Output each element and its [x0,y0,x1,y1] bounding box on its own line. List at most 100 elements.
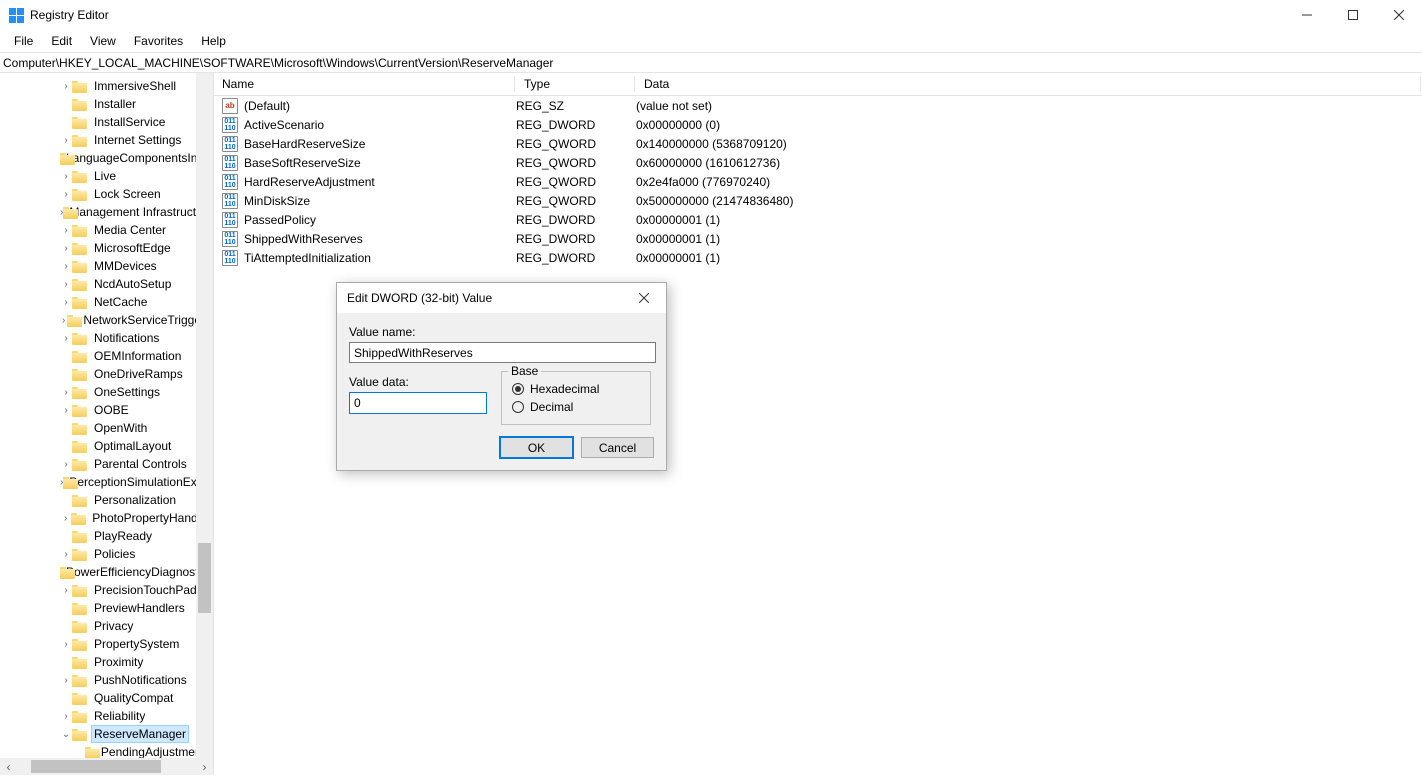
tree-item[interactable]: LanguageComponentsInstaller [0,149,213,167]
chevron-right-icon[interactable]: › [60,171,72,182]
tree-item[interactable]: ›PerceptionSimulationExtensions [0,473,213,491]
tree-item[interactable]: Proximity [0,653,213,671]
chevron-right-icon[interactable]: › [60,711,72,722]
ok-button[interactable]: OK [500,437,573,458]
tree-vertical-scrollbar[interactable] [196,73,213,758]
tree-item[interactable]: ›PrecisionTouchPad [0,581,213,599]
tree-item[interactable]: Installer [0,95,213,113]
chevron-right-icon[interactable]: › [60,405,72,416]
scroll-track[interactable] [17,758,196,775]
radio-decimal[interactable]: Decimal [512,400,640,414]
tree-item[interactable]: ›NetworkServiceTriggers [0,311,213,329]
chevron-right-icon[interactable]: › [60,549,72,560]
chevron-right-icon[interactable]: › [60,387,72,398]
menu-favorites[interactable]: Favorites [126,32,191,50]
tree-item[interactable]: Privacy [0,617,213,635]
tree-item[interactable]: OpenWith [0,419,213,437]
column-data[interactable]: Data [636,73,1422,95]
folder-icon [72,584,88,597]
chevron-right-icon[interactable]: › [60,261,72,272]
menu-edit[interactable]: Edit [43,32,80,50]
chevron-right-icon[interactable]: › [60,315,67,326]
tree-item[interactable]: ›Notifications [0,329,213,347]
dialog-titlebar[interactable]: Edit DWORD (32-bit) Value [337,283,666,313]
cancel-button[interactable]: Cancel [581,437,654,458]
list-row[interactable]: 011110MinDiskSizeREG_QWORD0x500000000 (2… [214,191,1422,210]
column-type[interactable]: Type [516,73,636,95]
menu-help[interactable]: Help [193,32,234,50]
tree-item[interactable]: ›Policies [0,545,213,563]
scrollbar-thumb[interactable] [31,760,161,773]
chevron-right-icon[interactable]: › [60,81,72,92]
chevron-right-icon[interactable]: › [60,225,72,236]
list-row[interactable]: 011110BaseHardReserveSizeREG_QWORD0x1400… [214,134,1422,153]
tree-item[interactable]: PlayReady [0,527,213,545]
chevron-right-icon[interactable]: › [60,459,72,470]
chevron-right-icon[interactable]: › [60,189,72,200]
tree-item[interactable]: PendingAdjustments [0,743,213,759]
tree-item[interactable]: ›Lock Screen [0,185,213,203]
tree-horizontal-scrollbar[interactable]: ‹ › [0,758,213,775]
tree-item[interactable]: PreviewHandlers [0,599,213,617]
tree-item[interactable]: ›Management Infrastructure [0,203,213,221]
list-row[interactable]: 011110TiAttemptedInitializationREG_DWORD… [214,248,1422,267]
tree-item[interactable]: OneDriveRamps [0,365,213,383]
minimize-button[interactable] [1284,0,1330,30]
chevron-right-icon[interactable]: › [60,279,72,290]
scrollbar-thumb[interactable] [198,543,211,613]
tree-item-label: ImmersiveShell [92,78,178,94]
tree-item[interactable]: ›PushNotifications [0,671,213,689]
tree-item[interactable]: ›PropertySystem [0,635,213,653]
value-data-input[interactable] [349,392,487,414]
chevron-right-icon[interactable]: › [60,297,72,308]
addressbar[interactable]: Computer\HKEY_LOCAL_MACHINE\SOFTWARE\Mic… [0,52,1422,73]
list-row[interactable]: ab(Default)REG_SZ(value not set) [214,96,1422,115]
tree-item[interactable]: ›NetCache [0,293,213,311]
tree-item[interactable]: Personalization [0,491,213,509]
tree-item[interactable]: OptimalLayout [0,437,213,455]
tree-item-label: MMDevices [92,258,159,274]
chevron-right-icon[interactable]: › [60,675,72,686]
value-data: (value not set) [636,99,1422,113]
dialog-close-button[interactable] [621,283,666,313]
registry-tree[interactable]: › ImmersiveShellInstallerInstallService›I… [0,73,213,759]
tree-item[interactable]: ›MicrosoftEdge [0,239,213,257]
close-button[interactable] [1376,0,1422,30]
scroll-right-arrow[interactable]: › [196,758,213,775]
scroll-left-arrow[interactable]: ‹ [0,758,17,775]
menu-file[interactable]: File [6,32,41,50]
list-row[interactable]: 011110BaseSoftReserveSizeREG_QWORD0x6000… [214,153,1422,172]
tree-item[interactable]: OEMInformation [0,347,213,365]
tree-item[interactable]: › MMDevices [0,257,213,275]
tree-item[interactable]: ›Media Center [0,221,213,239]
list-row[interactable]: 011110ActiveScenarioREG_DWORD0x00000000 … [214,115,1422,134]
list-row[interactable]: 011110PassedPolicyREG_DWORD0x00000001 (1… [214,210,1422,229]
tree-item[interactable]: QualityCompat [0,689,213,707]
tree-item[interactable]: PowerEfficiencyDiagnostics [0,563,213,581]
value-name-input[interactable] [349,342,656,363]
chevron-right-icon[interactable]: › [60,585,72,596]
tree-item[interactable]: ›OOBE [0,401,213,419]
radio-hexadecimal[interactable]: Hexadecimal [512,382,640,396]
tree-item[interactable]: ›Reliability [0,707,213,725]
menu-view[interactable]: View [82,32,124,50]
list-row[interactable]: 011110HardReserveAdjustmentREG_QWORD0x2e… [214,172,1422,191]
list-row[interactable]: 011110ShippedWithReservesREG_DWORD0x0000… [214,229,1422,248]
tree-item[interactable]: › ImmersiveShell [0,77,213,95]
tree-item[interactable]: InstallService [0,113,213,131]
tree-item[interactable]: ⌄ReserveManager [0,725,213,743]
tree-item[interactable]: ›Parental Controls [0,455,213,473]
tree-item[interactable]: ›NcdAutoSetup [0,275,213,293]
chevron-right-icon[interactable]: › [60,243,72,254]
column-name[interactable]: Name [214,73,516,95]
chevron-right-icon[interactable]: › [60,135,72,146]
chevron-down-icon[interactable]: ⌄ [60,729,72,740]
tree-item[interactable]: ›PhotoPropertyHandler [0,509,213,527]
chevron-right-icon[interactable]: › [60,513,71,524]
tree-item[interactable]: ›Live [0,167,213,185]
tree-item[interactable]: ›Internet Settings [0,131,213,149]
maximize-button[interactable] [1330,0,1376,30]
chevron-right-icon[interactable]: › [60,333,72,344]
chevron-right-icon[interactable]: › [60,639,72,650]
tree-item[interactable]: ›OneSettings [0,383,213,401]
